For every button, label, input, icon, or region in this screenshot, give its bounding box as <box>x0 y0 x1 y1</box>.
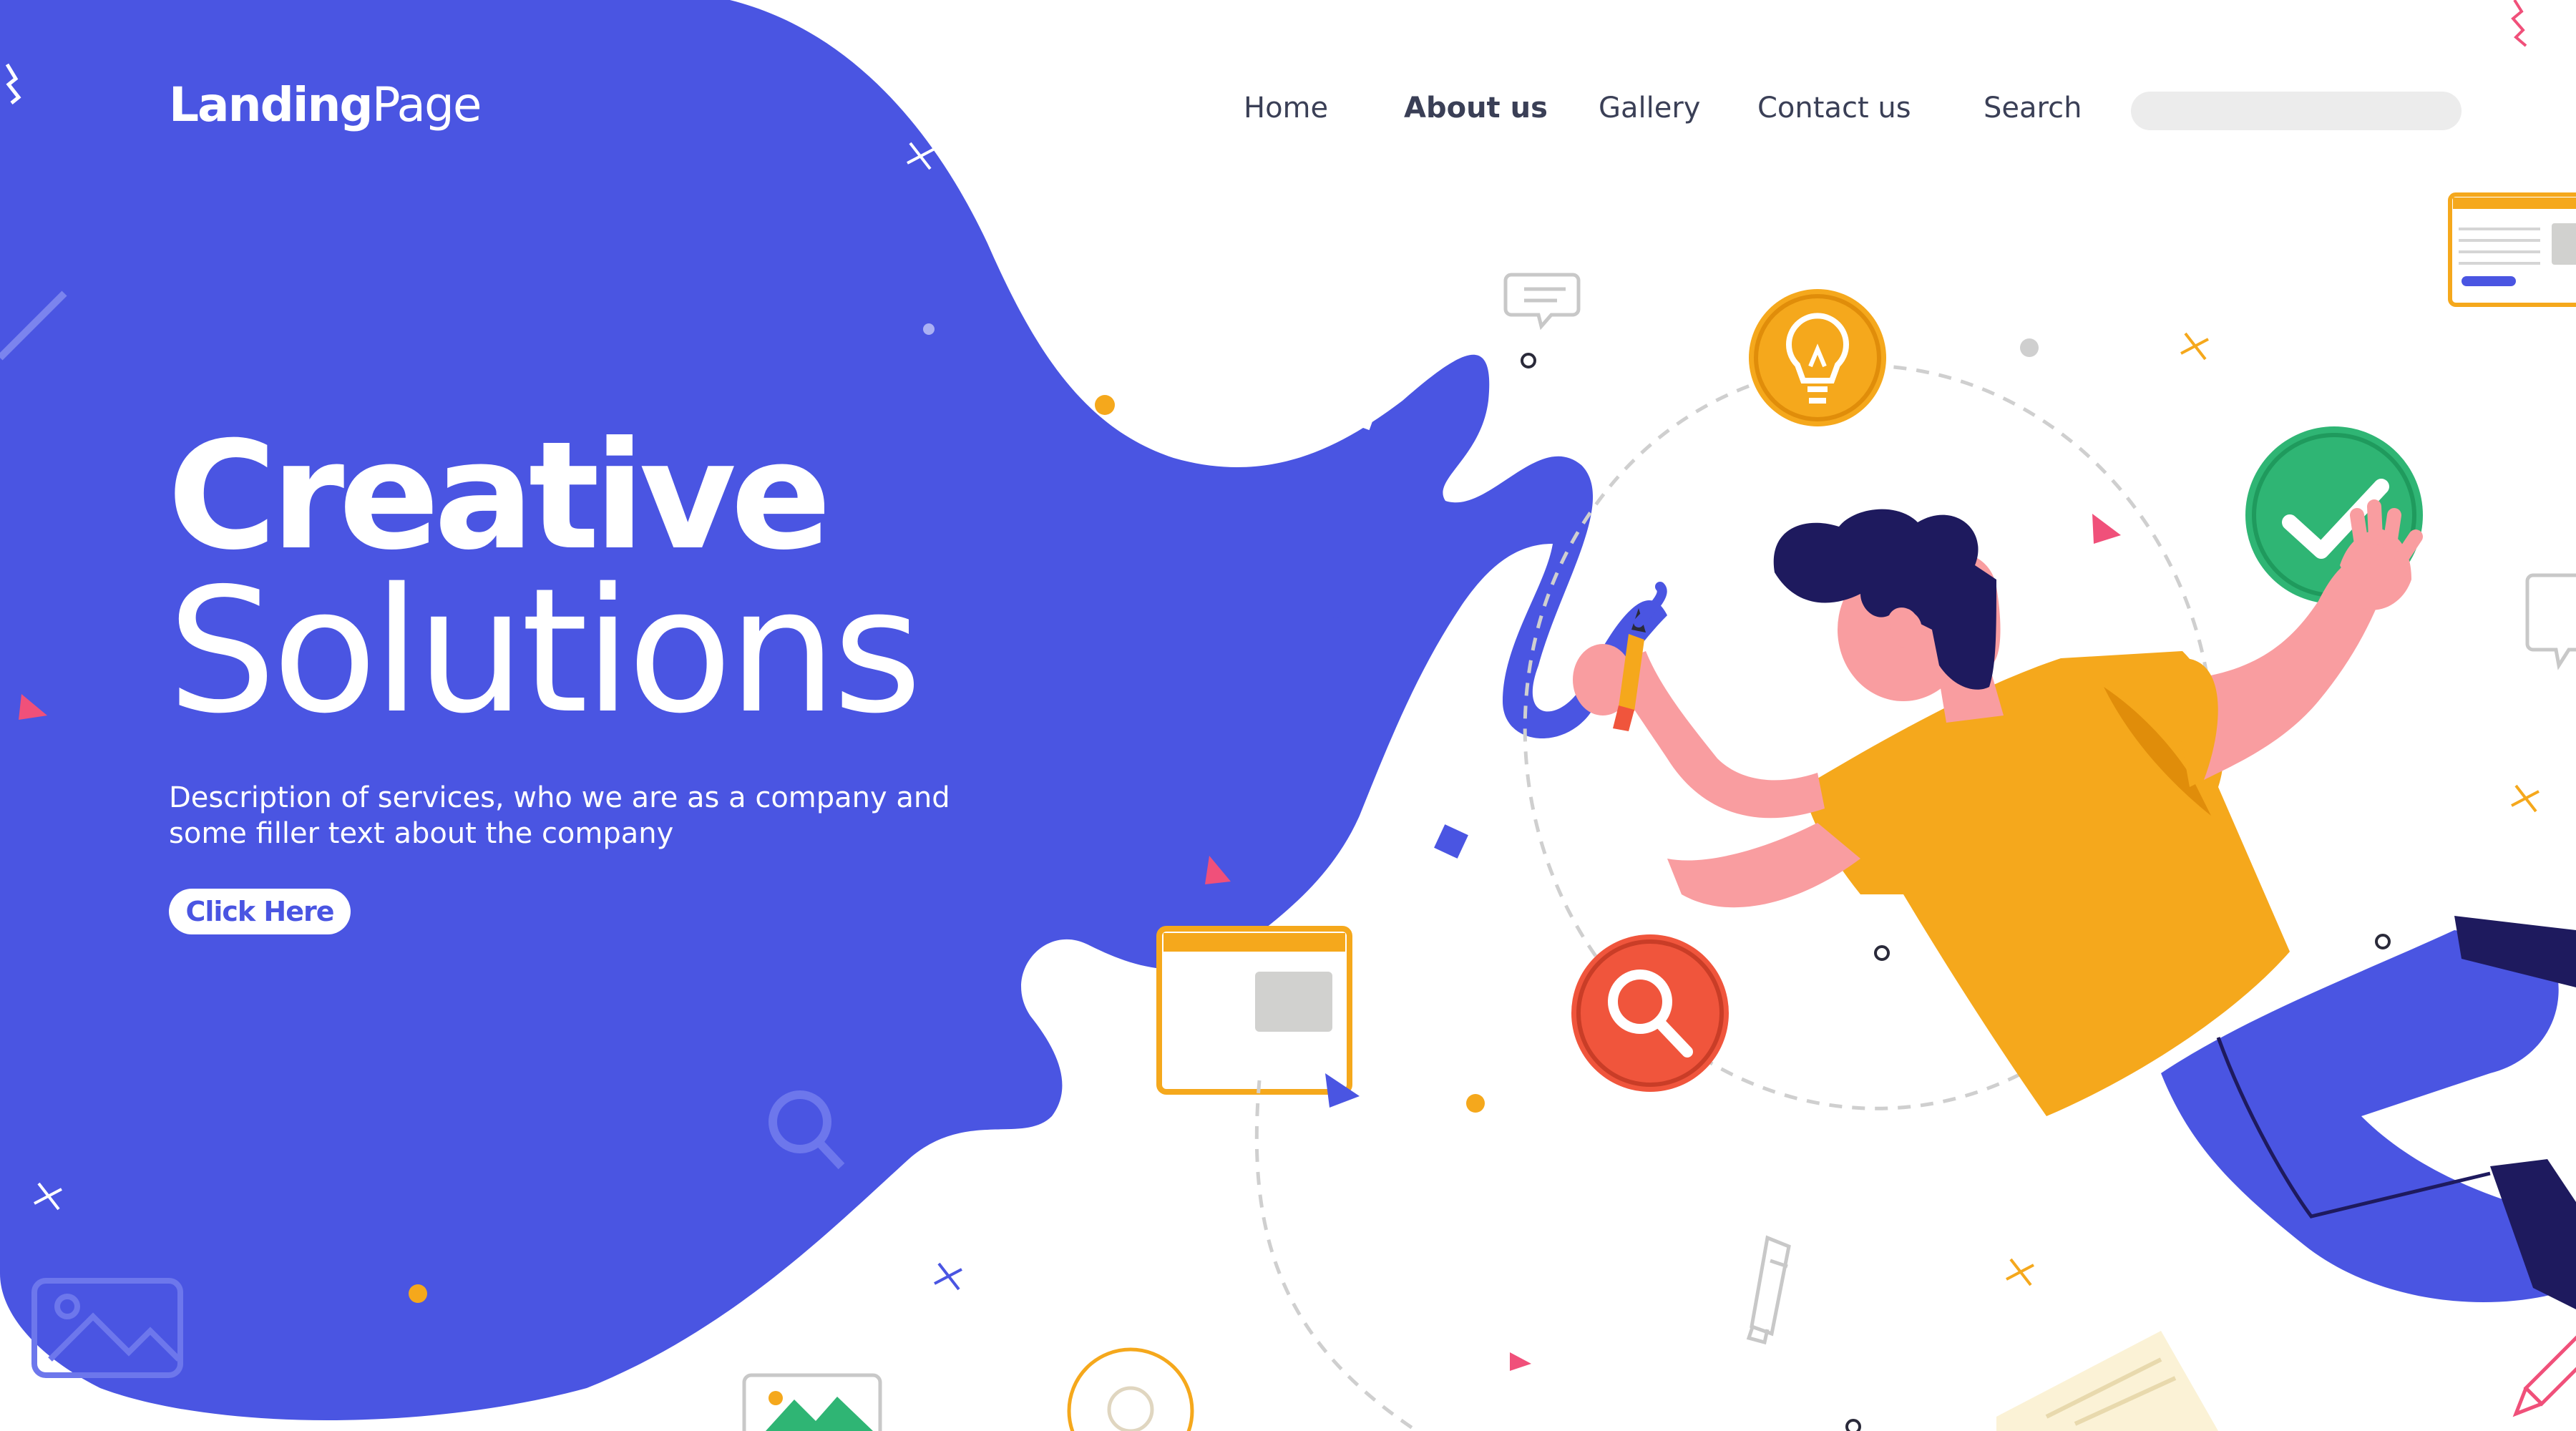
logo[interactable]: LandingPage <box>169 77 482 132</box>
click-here-button[interactable]: Click Here <box>169 889 351 934</box>
nav-gallery[interactable]: Gallery <box>1599 92 1700 124</box>
logo-light-text: Page <box>371 77 482 132</box>
image-icon <box>742 1373 882 1431</box>
browser-window-icon <box>2448 192 2576 307</box>
nav-contact-us[interactable]: Contact us <box>1757 92 1911 124</box>
hero-title-line2: Solutions <box>167 551 922 751</box>
nav-search[interactable]: Search <box>1984 92 2082 124</box>
logo-bold-text: Landing <box>169 77 374 132</box>
chat-bubble-icon <box>2525 573 2576 670</box>
lightbulb-outline-icon <box>1067 1347 1194 1431</box>
nav-about-us[interactable]: About us <box>1404 92 1548 124</box>
paper-note-icon <box>1996 1331 2218 1431</box>
dot <box>1095 395 1115 415</box>
browser-window-icon <box>1156 926 1352 1095</box>
person-character <box>1573 499 2576 1309</box>
nav-home[interactable]: Home <box>1244 92 1328 124</box>
pencil-icon <box>1746 1235 1791 1345</box>
magnifier-icon <box>1571 934 1729 1092</box>
lightbulb-icon <box>1749 289 1886 426</box>
landing-page: LandingPage Home About us Gallery Contac… <box>0 0 2576 1431</box>
dot <box>409 1284 427 1303</box>
chat-bubble-icon <box>1503 273 1581 331</box>
hero-title-line1: Creative <box>167 410 831 583</box>
pencil-icon <box>2512 1335 2576 1417</box>
plus-icon <box>1110 1036 1138 1065</box>
dot <box>923 323 935 335</box>
dot <box>2020 338 2039 357</box>
hero-description: Description of services, who we are as a… <box>169 781 950 850</box>
search-input[interactable] <box>2131 92 2462 130</box>
